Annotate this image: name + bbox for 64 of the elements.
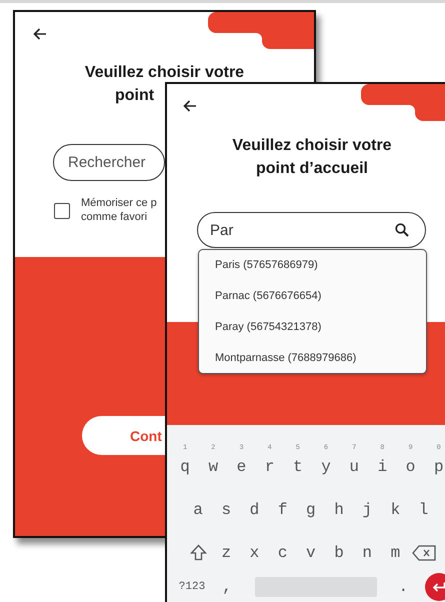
screen-title: Veuillez choisir votre <box>232 136 392 156</box>
keyboard-key[interactable]: s <box>212 481 240 524</box>
keyboard-key[interactable]: n <box>353 524 382 567</box>
key-letter: b <box>334 543 344 564</box>
key-letter: u <box>349 457 360 478</box>
keyboard-key[interactable]: c <box>268 524 297 567</box>
key-letter: c <box>278 543 288 564</box>
keyboard-key[interactable]: f <box>268 481 297 524</box>
back-arrow-icon[interactable] <box>183 100 197 112</box>
keyboard-key[interactable]: k <box>381 481 410 524</box>
return-icon <box>432 582 445 592</box>
keyboard-key[interactable]: m <box>381 524 410 567</box>
back-arrow-icon[interactable] <box>33 28 47 40</box>
favorite-checkbox[interactable] <box>54 203 70 219</box>
key-letter: t <box>293 457 303 478</box>
keyboard-key[interactable]: v <box>296 524 325 567</box>
search-field[interactable]: Par <box>197 212 426 248</box>
suggestion-item[interactable]: Paray (56754321378) <box>215 318 426 336</box>
key-letter: e <box>236 457 246 478</box>
symbols-key[interactable]: ?123 <box>171 571 213 602</box>
keyboard-key[interactable]: b <box>324 524 354 567</box>
key-letter: a <box>193 500 203 521</box>
key-letter: d <box>250 500 260 521</box>
screen-title: Veuillez choisir votre <box>84 63 244 83</box>
keyboard-key[interactable]: d <box>240 481 269 524</box>
search-icon[interactable] <box>395 223 409 237</box>
keyboard-key[interactable]: l <box>410 481 438 524</box>
key-letter: y <box>321 457 331 478</box>
key-letter: p <box>434 457 444 478</box>
key-letter: o <box>406 457 416 478</box>
key-letter: n <box>362 543 372 564</box>
key-letter: m <box>390 543 400 564</box>
key-letter: s <box>221 500 232 521</box>
backspace-icon[interactable] <box>412 545 436 561</box>
key-letter: q <box>180 457 190 478</box>
key-letter: i <box>378 457 388 478</box>
enter-button[interactable] <box>425 573 445 601</box>
key-letter: f <box>278 500 288 521</box>
keyboard-key[interactable]: x <box>240 524 269 567</box>
key-letter: j <box>362 500 372 521</box>
screen-title: point d’accueil <box>256 159 368 179</box>
suggestion-item[interactable]: Montparnasse (7688979686) <box>215 349 426 367</box>
keyboard-key[interactable]: h <box>324 481 354 524</box>
keyboard-key[interactable]: a <box>184 481 212 524</box>
keyboard-key[interactable]: g <box>296 481 325 524</box>
key-letter: k <box>390 500 400 521</box>
key-letter: h <box>334 500 344 521</box>
key-letter: v <box>306 543 316 564</box>
continue-button[interactable]: Cont <box>82 416 165 455</box>
key-letter: g <box>306 500 316 521</box>
key-letter: z <box>221 543 232 564</box>
keyboard-key[interactable]: . <box>389 571 418 602</box>
key-letter: w <box>208 457 218 478</box>
keyboard-key[interactable]: , <box>213 571 242 602</box>
shift-icon[interactable] <box>190 544 207 561</box>
keyboard-key[interactable]: z <box>212 524 240 567</box>
key-letter: l <box>418 500 428 521</box>
keyboard-key[interactable]: j <box>353 481 382 524</box>
checkbox-label: Mémoriser ce p comme favori <box>81 196 157 224</box>
key-letter: r <box>264 457 274 478</box>
suggestion-item[interactable]: Paris (57657686979) <box>215 256 426 274</box>
screen-title: point <box>115 86 154 106</box>
suggestion-item[interactable]: Parnac (5676676654) <box>215 287 426 305</box>
key-letter: x <box>250 543 260 564</box>
